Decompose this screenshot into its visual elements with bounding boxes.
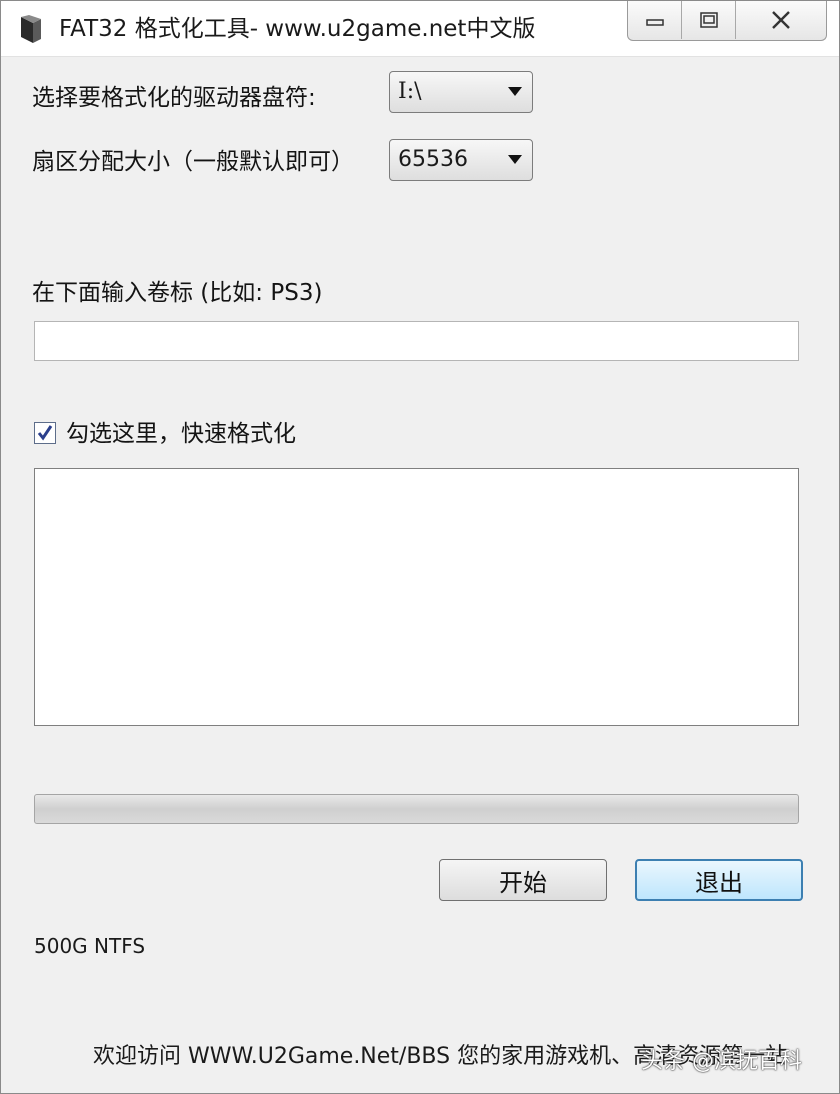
cluster-size-label: 扇区分配大小（一般默认即可） <box>32 149 354 175</box>
caption-buttons <box>627 1 827 41</box>
fat32-format-window: FAT32 格式化工具- www.u2game.net中文版 选择要格式化的驱动… <box>0 0 840 1094</box>
watermark: 头条 @滨抚百科 <box>641 1049 802 1074</box>
drive-info-status: 500G NTFS <box>34 934 146 958</box>
format-progress-bar <box>34 794 799 824</box>
cluster-size-select[interactable]: 65536 <box>389 139 533 181</box>
start-button[interactable]: 开始 <box>439 859 607 901</box>
exit-button[interactable]: 退出 <box>635 859 803 901</box>
app-icon <box>21 15 41 43</box>
quick-format-checkbox[interactable] <box>34 422 56 444</box>
drive-letter-select[interactable]: I:\ <box>389 71 533 113</box>
chevron-down-icon <box>508 87 522 96</box>
drive-letter-label: 选择要格式化的驱动器盘符: <box>32 85 316 111</box>
window-title: FAT32 格式化工具- www.u2game.net中文版 <box>59 16 536 42</box>
start-button-label: 开始 <box>499 868 547 897</box>
volume-label-caption: 在下面输入卷标 (比如: PS3) <box>32 280 323 306</box>
quick-format-label: 勾选这里，快速格式化 <box>66 421 296 447</box>
checkmark-icon <box>37 425 53 441</box>
dialog-body: 选择要格式化的驱动器盘符: I:\ 扇区分配大小（一般默认即可） 65536 在… <box>1 57 839 1093</box>
close-button[interactable] <box>736 1 826 39</box>
log-output-area[interactable] <box>34 468 799 726</box>
exit-button-label: 退出 <box>695 868 743 897</box>
maximize-icon <box>699 12 718 28</box>
cluster-size-value: 65536 <box>398 147 468 172</box>
close-icon <box>772 11 790 29</box>
title-bar[interactable]: FAT32 格式化工具- www.u2game.net中文版 <box>1 1 839 57</box>
minimize-button[interactable] <box>628 1 682 39</box>
chevron-down-icon <box>508 155 522 164</box>
volume-label-input[interactable] <box>34 321 799 361</box>
maximize-button[interactable] <box>682 1 736 39</box>
minimize-icon <box>645 19 664 26</box>
drive-letter-value: I:\ <box>398 79 422 104</box>
